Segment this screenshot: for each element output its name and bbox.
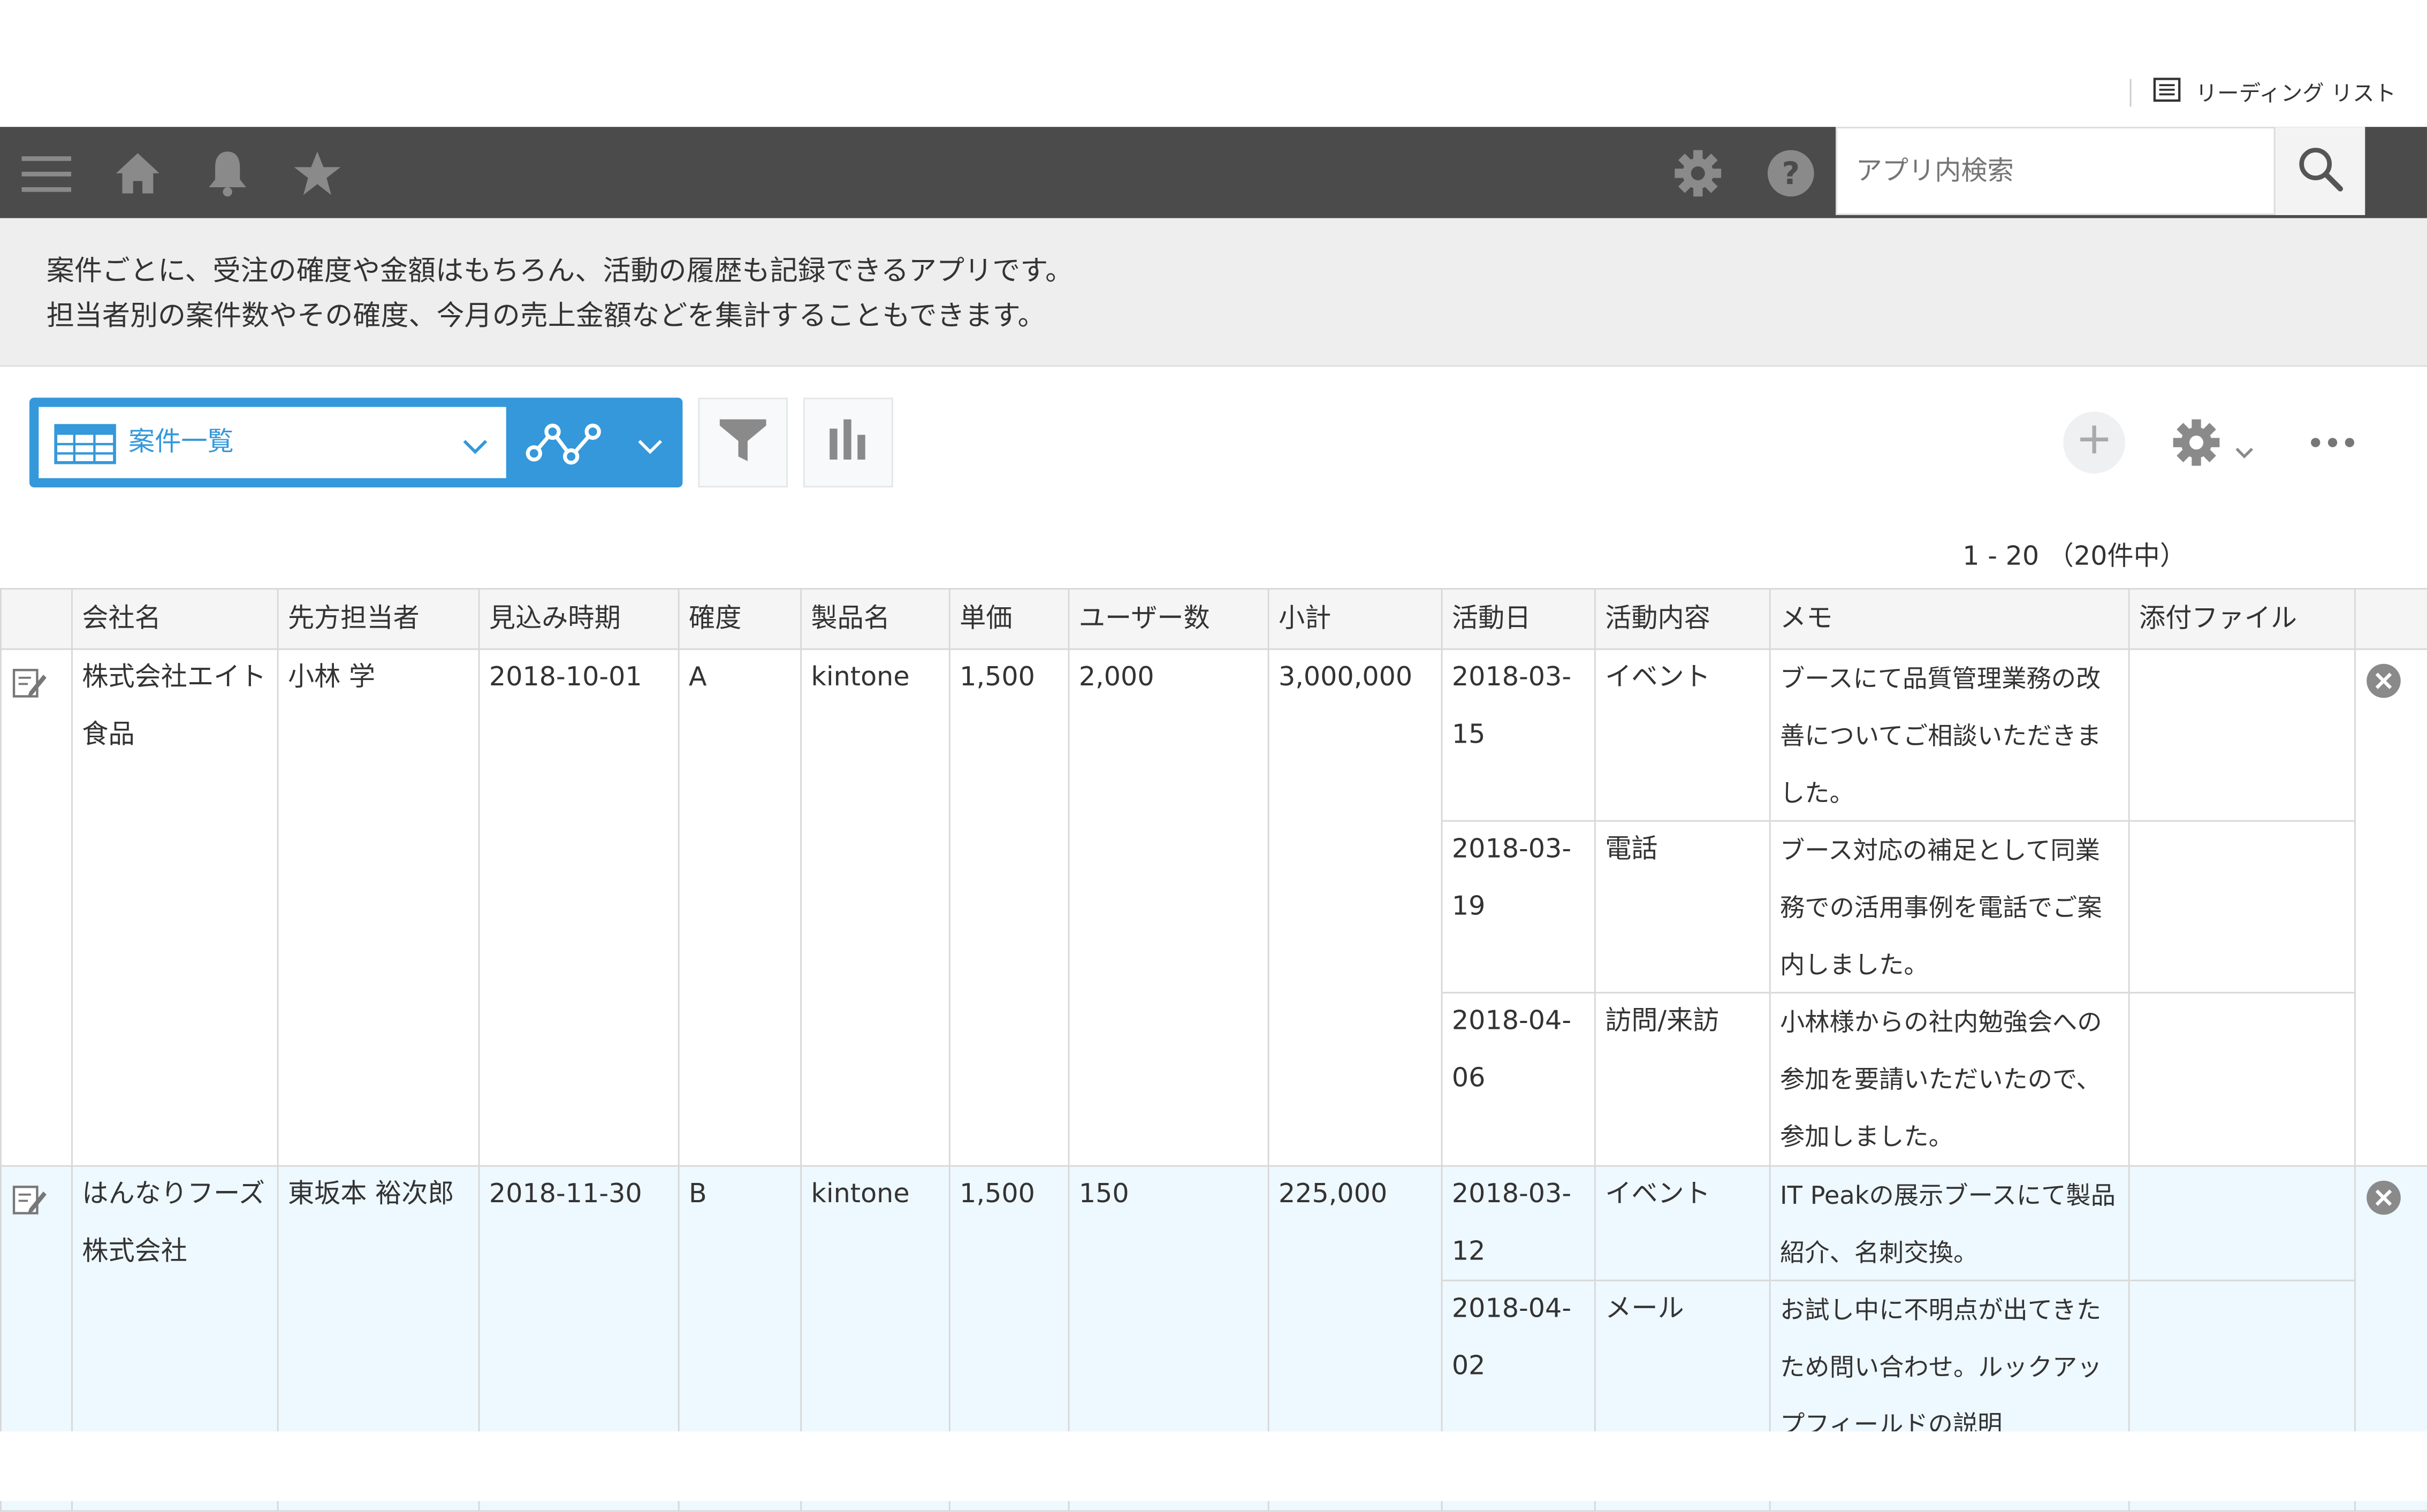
column-header[interactable]: 添付ファイル [2128, 588, 2356, 650]
app-settings-button[interactable] [2169, 415, 2262, 474]
graph-view-dropdown[interactable] [515, 398, 682, 487]
activity-memo: ブース対応の補足として同業務での活用事例を電話でご案内しました。 [1771, 822, 2128, 994]
column-header[interactable]: メモ [1769, 588, 2130, 650]
delete-record-icon[interactable] [2365, 1179, 2402, 1238]
divider [2129, 79, 2131, 107]
delete-cell [2354, 648, 2427, 1167]
graph-button[interactable] [803, 398, 893, 488]
reading-list-label: リーディング リスト [2195, 82, 2396, 107]
edit-record-icon[interactable] [11, 1181, 48, 1238]
search-button[interactable] [2275, 127, 2365, 216]
activity-memo: ブースにて品質管理業務の改善についてご相談いただきました。 [1771, 651, 2128, 822]
edit-record-icon[interactable] [11, 664, 48, 721]
filter-icon [717, 413, 769, 472]
edit-cell[interactable] [0, 648, 73, 1167]
search-input[interactable] [1837, 128, 2277, 214]
filter-button[interactable] [698, 398, 788, 488]
more-icon [2306, 435, 2358, 464]
help-icon[interactable]: ? [1761, 127, 1820, 218]
page-bottom-margin [0, 1431, 2427, 1501]
column-header[interactable]: 活動内容 [1594, 588, 1771, 650]
home-icon[interactable] [108, 127, 167, 218]
column-header[interactable]: 先方担当者 [277, 588, 480, 650]
column-header[interactable]: 会社名 [71, 588, 279, 650]
activity-date: 2018-03-12 [1443, 1167, 1594, 1281]
column-header[interactable]: 確度 [678, 588, 802, 650]
activity-type: イベント [1596, 651, 1769, 822]
svg-text:?: ? [1782, 155, 1800, 191]
column-header[interactable]: 小計 [1267, 588, 1443, 650]
table-view-icon [54, 424, 116, 470]
activity-date-cell: 2018-03-15 2018-03-19 2018-04-06 [1441, 648, 1596, 1167]
activity-date: 2018-03-15 [1443, 651, 1594, 822]
chevron-down-icon [636, 433, 664, 463]
selected-view-label: 案件一覧 [128, 427, 234, 459]
star-icon[interactable] [288, 127, 347, 218]
delete-record-icon[interactable] [2365, 662, 2402, 721]
contact-cell: 小林 学 [277, 648, 480, 1167]
activity-date: 2018-04-06 [1451, 1005, 1572, 1094]
description-line-1: 案件ごとに、受注の確度や金額はもちろん、活動の履歴も記録できるアプリです。 [46, 255, 1074, 288]
plus-icon [2077, 423, 2111, 463]
reading-list-icon [2152, 78, 2180, 109]
column-header[interactable]: 製品名 [800, 588, 950, 650]
activity-type: 電話 [1596, 822, 1769, 994]
users-cell: 2,000 [1068, 648, 1269, 1167]
activity-type: イベント [1596, 1167, 1769, 1281]
attachment-subcell [2131, 651, 2354, 822]
bar-chart-icon [825, 416, 872, 469]
more-options-button[interactable] [2306, 427, 2368, 461]
view-selector: 案件一覧 [29, 398, 683, 488]
activity-type: 訪問/来訪 [1605, 1005, 1720, 1037]
column-header [2354, 588, 2427, 650]
attachment-subcell [2131, 822, 2354, 994]
unit-price-cell: 1,500 [948, 648, 1070, 1167]
column-header[interactable]: ユーザー数 [1068, 588, 1269, 650]
record-count: 1 - 20 （20件中） [1962, 541, 2187, 573]
view-dropdown[interactable]: 案件一覧 [39, 407, 506, 478]
app-search-box [1836, 127, 2277, 216]
column-header [0, 588, 73, 650]
activity-memo: 小林様からの社内勉強会への参加を要請いただいたので、参加しました。 [1780, 1007, 2102, 1151]
activity-type-cell: イベント 電話 訪問/来訪 [1594, 648, 1771, 1167]
column-header[interactable]: 見込み時期 [478, 588, 680, 650]
activity-memo: IT Peakの展示ブースにて製品紹介、名刺交換。 [1771, 1167, 2128, 1281]
gear-icon [2172, 418, 2221, 474]
records-table: 会社名 先方担当者 見込み時期 確度 製品名 単価 ユーザー数 小計 活動日 活… [0, 588, 2427, 1512]
description-line-2: 担当者別の案件数やその確度、今月の売上金額などを集計することもできます。 [46, 300, 1046, 333]
add-record-button[interactable] [2063, 411, 2125, 474]
column-header[interactable]: 活動日 [1441, 588, 1596, 650]
table-header-row: 会社名 先方担当者 見込み時期 確度 製品名 単価 ユーザー数 小計 活動日 活… [0, 588, 2427, 650]
column-header[interactable]: 単価 [948, 588, 1070, 650]
attachment-subcell [2131, 1167, 2354, 1281]
app-description: 案件ごとに、受注の確度や金額はもちろん、活動の履歴も記録できるアプリです。 担当… [0, 218, 2427, 367]
subtotal-cell: 3,000,000 [1267, 648, 1443, 1167]
chevron-down-icon [2235, 437, 2254, 466]
activity-date: 2018-03-19 [1443, 822, 1594, 994]
settings-gear-icon[interactable] [1669, 127, 1728, 218]
chevron-down-icon [461, 433, 489, 463]
attachment-cell [2128, 648, 2356, 1167]
memo-cell: ブースにて品質管理業務の改善についてご相談いただきました。 ブース対応の補足とし… [1769, 648, 2130, 1167]
product-cell: kintone [800, 648, 950, 1167]
company-cell: 株式会社エイト食品 [71, 648, 279, 1167]
search-icon [2297, 144, 2344, 197]
table-row: 株式会社エイト食品 小林 学 2018-10-01 A kintone 1,50… [0, 648, 2427, 1167]
attachment-subcell [2131, 994, 2353, 1165]
expected-cell: 2018-10-01 [478, 648, 680, 1167]
menu-icon[interactable] [16, 127, 78, 218]
confidence-cell: A [678, 648, 802, 1167]
reading-list-button[interactable]: リーディング リスト [2129, 78, 2396, 109]
graph-icon [524, 419, 605, 472]
bell-icon[interactable] [198, 127, 257, 218]
